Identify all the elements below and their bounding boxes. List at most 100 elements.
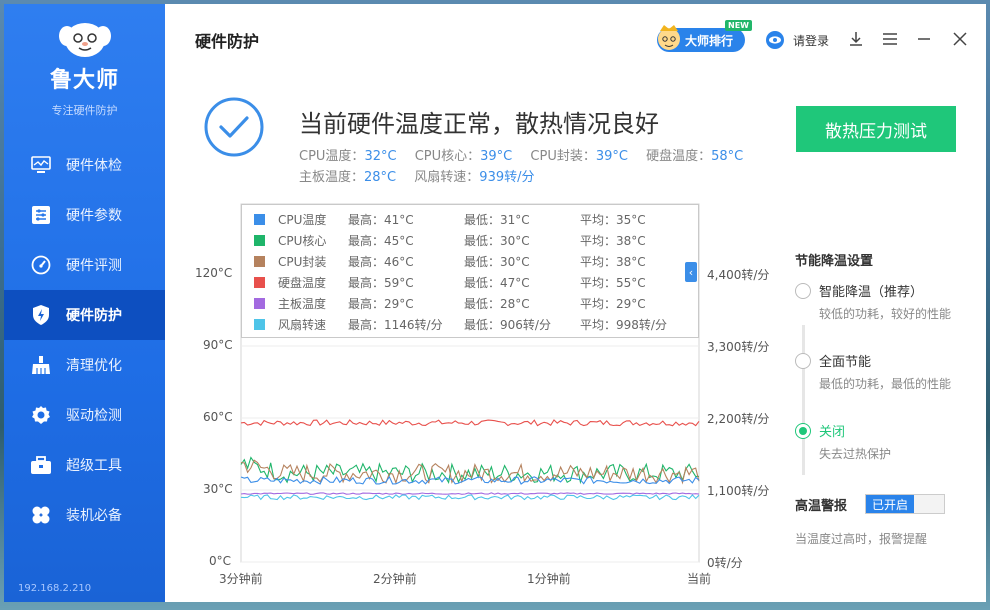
legend-avg: 平均：55°C <box>580 276 646 290</box>
ranking-label: 大师排行 <box>685 33 734 48</box>
app-name: 鲁大师 <box>49 68 119 93</box>
legend-name: CPU封装 <box>278 255 327 269</box>
sidebar-item-cleanup[interactable]: 清理优化 <box>4 340 165 390</box>
new-badge: NEW <box>725 20 752 31</box>
sidebar-item-label: 硬件评测 <box>66 258 122 274</box>
toggle-off-area <box>914 495 945 513</box>
option-name: 智能降温（推荐） <box>819 285 924 300</box>
legend-swatch <box>254 319 265 330</box>
temperature-chart: 120°C 90°C 60°C 30°C 0°C 4,400转/分 3,300转… <box>165 200 785 590</box>
legend-swatch <box>254 256 265 267</box>
check-circle-icon <box>204 97 264 157</box>
legend-row: 主板温度 最高：29°C 最低：28°C 平均：29°C <box>242 293 698 314</box>
monitor-icon <box>30 154 52 176</box>
legend-avg: 平均：29°C <box>580 297 646 311</box>
option-off[interactable]: 关闭 失去过热保护 <box>795 421 965 479</box>
legend-avg: 平均：998转/分 <box>580 318 667 332</box>
legend-name: CPU核心 <box>278 234 327 248</box>
radio-button[interactable] <box>795 353 811 369</box>
toolbox-icon <box>30 454 52 476</box>
x-tick: 当前 <box>687 572 712 586</box>
y-left-tick: 60°C <box>203 410 233 424</box>
reading-value: 58°C <box>711 149 744 164</box>
y-left-tick: 120°C <box>195 266 233 280</box>
main-panel: 硬件防护 大师排行 NEW 请登录 当前硬件温度正常，散热情况良好 CPU温度：… <box>165 4 986 602</box>
option-name: 全面节能 <box>819 355 872 370</box>
y-left-tick: 0°C <box>209 554 232 568</box>
reading-label: CPU核心： <box>414 149 481 164</box>
legend-swatch <box>254 298 265 309</box>
energy-settings-title: 节能降温设置 <box>795 254 874 269</box>
sidebar-item-hardware-protection[interactable]: 硬件防护 <box>4 290 165 340</box>
legend-max: 最高：45°C <box>348 234 414 248</box>
sidebar-item-driver-detect[interactable]: 驱动检测 <box>4 390 165 440</box>
series-line-5 <box>240 494 700 501</box>
sidebar: 鲁大师 专注硬件防护 硬件体检 硬件参数 硬件评测 硬件防护 清理优化 驱动检测… <box>4 4 165 602</box>
sidebar-item-hardware-params[interactable]: 硬件参数 <box>4 190 165 240</box>
stress-test-button[interactable]: 散热压力测试 <box>796 106 956 152</box>
app-window: 鲁大师 专注硬件防护 硬件体检 硬件参数 硬件评测 硬件防护 清理优化 驱动检测… <box>4 4 986 602</box>
sidebar-item-super-tools[interactable]: 超级工具 <box>4 440 165 490</box>
app-tagline: 专注硬件防护 <box>51 104 118 117</box>
y-right-tick: 2,200转/分 <box>707 412 770 426</box>
y-left-tick: 30°C <box>203 482 233 496</box>
x-tick: 1分钟前 <box>527 572 571 586</box>
legend-max: 最高：59°C <box>348 276 414 290</box>
reading-value: 39°C <box>480 149 513 164</box>
option-desc: 较低的功耗，较好的性能 <box>819 307 952 321</box>
legend-row: CPU核心 最高：45°C 最低：30°C 平均：38°C <box>242 230 698 251</box>
master-avatar-icon <box>658 25 680 50</box>
sidebar-item-label: 驱动检测 <box>66 408 122 424</box>
series-line-0 <box>240 419 700 427</box>
option-name: 关闭 <box>819 425 846 440</box>
legend-avg: 平均：38°C <box>580 255 646 269</box>
broom-icon <box>30 354 52 376</box>
legend-collapse-button[interactable]: ‹ <box>685 262 697 282</box>
ranking-button[interactable]: 大师排行 <box>657 25 745 52</box>
legend-swatch <box>254 277 265 288</box>
alarm-toggle[interactable]: 已开启 <box>865 494 946 514</box>
legend-avg: 平均：35°C <box>580 213 646 227</box>
shield-bolt-icon <box>30 304 52 326</box>
sidebar-item-label: 清理优化 <box>66 358 122 374</box>
option-smart-cooling[interactable]: 智能降温（推荐） 较低的功耗，较好的性能 <box>795 281 965 339</box>
master-lu-logo-icon <box>58 23 111 57</box>
login-label: 请登录 <box>793 33 830 48</box>
login-button[interactable]: 请登录 <box>765 30 829 50</box>
legend-name: CPU温度 <box>278 213 327 227</box>
page-title: 硬件防护 <box>195 32 260 51</box>
option-desc: 失去过热保护 <box>819 447 892 461</box>
close-icon[interactable] <box>951 30 969 48</box>
top-bar: 硬件防护 大师排行 NEW 请登录 <box>165 4 986 68</box>
series-line-4 <box>240 492 700 495</box>
x-tick: 2分钟前 <box>373 572 417 586</box>
minimize-icon[interactable] <box>915 30 933 48</box>
legend-min: 最低：30°C <box>464 255 530 269</box>
radio-button-selected[interactable] <box>795 423 811 439</box>
reading-label: CPU封装： <box>530 149 596 164</box>
legend-name: 主板温度 <box>278 297 327 311</box>
legend-min: 最低：28°C <box>464 297 530 311</box>
sidebar-item-essentials[interactable]: 装机必备 <box>4 490 165 540</box>
legend-min: 最低：31°C <box>464 213 530 227</box>
y-right-tick: 3,300转/分 <box>707 340 770 354</box>
status-title: 当前硬件温度正常，散热情况良好 <box>299 110 659 138</box>
speedometer-icon <box>30 254 52 276</box>
legend-row: 硬盘温度 最高：59°C 最低：47°C 平均：55°C <box>242 272 698 293</box>
sidebar-footer-text: 192.168.2.210 <box>18 583 92 594</box>
reading-value: 939转/分 <box>479 170 535 185</box>
toggle-on-label: 已开启 <box>866 495 915 513</box>
reading-label: CPU温度： <box>299 149 365 164</box>
download-icon[interactable] <box>847 30 865 48</box>
sidebar-item-hardware-check[interactable]: 硬件体检 <box>4 140 165 190</box>
sidebar-item-hardware-benchmark[interactable]: 硬件评测 <box>4 240 165 290</box>
legend-min: 最低：30°C <box>464 234 530 248</box>
menu-icon[interactable] <box>881 30 899 48</box>
radio-button[interactable] <box>795 283 811 299</box>
legend-swatch <box>254 235 265 246</box>
reading-value: 32°C <box>364 149 397 164</box>
temperature-readings: CPU温度：32°C CPU核心：39°C CPU封装：39°C 硬盘温度：58… <box>299 146 769 188</box>
option-full-saving[interactable]: 全面节能 最低的功耗，最低的性能 <box>795 351 965 409</box>
legend-min: 最低：906转/分 <box>464 318 551 332</box>
alarm-desc: 当温度过高时，报警提醒 <box>795 532 928 546</box>
